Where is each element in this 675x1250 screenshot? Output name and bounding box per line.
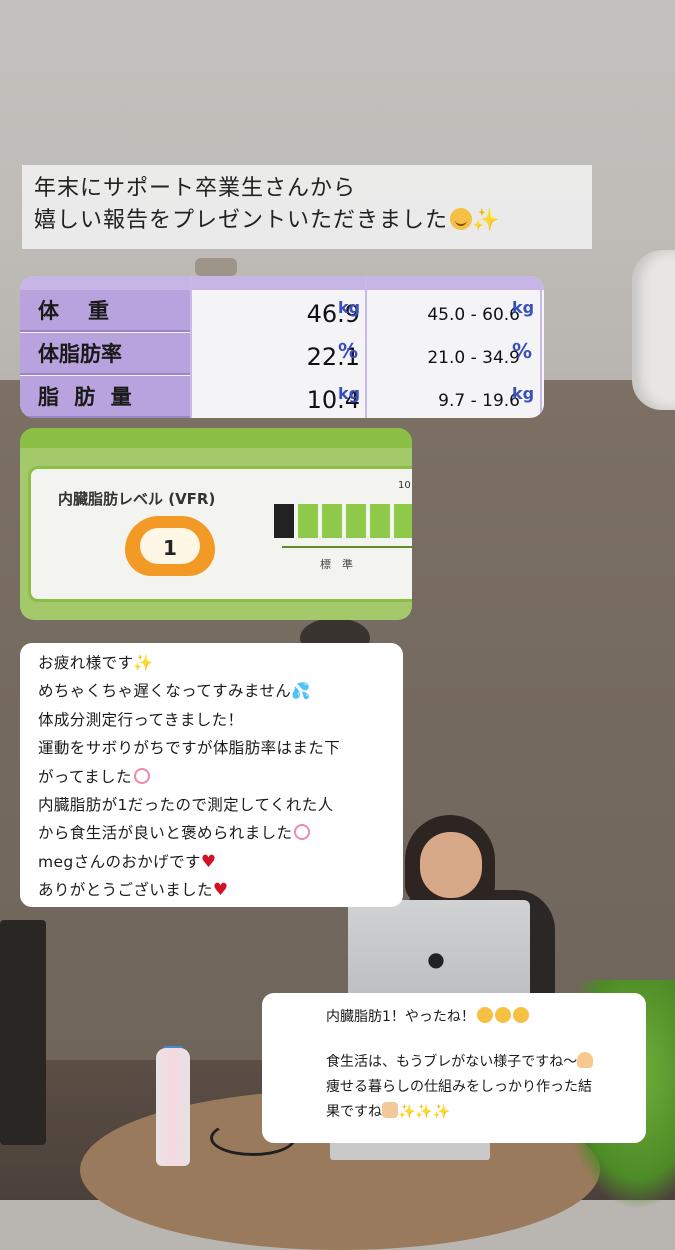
- message-line: megさんのおかげです♥: [38, 848, 385, 876]
- face-icon: [476, 1007, 493, 1023]
- message-line: めちゃくちゃ遅くなってすみません💦: [38, 677, 385, 705]
- vfr-scale-label: 標 準: [320, 558, 353, 571]
- measure-range-unit: kg: [512, 298, 535, 317]
- reply-text: 果ですね: [326, 1104, 382, 1120]
- measure-range-unit: kg: [512, 384, 535, 403]
- vfr-bar-segment: [274, 504, 294, 538]
- message-text: がってました: [38, 767, 132, 786]
- vfr-axis: [282, 546, 412, 548]
- measure-range-unit: %: [512, 339, 533, 363]
- red-heart-icon: ♥: [200, 851, 217, 872]
- air-conditioner: [632, 250, 675, 410]
- flower-icon: [133, 767, 150, 784]
- vfr-bar-segment: [346, 504, 366, 538]
- measure-range: 9.7 - 19.6: [438, 391, 520, 411]
- apple-logo-icon: ●: [427, 947, 445, 971]
- speaker: [0, 920, 46, 1145]
- measure-row-fat-mass: 脂 肪 量 10.4 kg 9.7 - 19.6 kg: [20, 376, 544, 418]
- measure-unit: kg: [338, 298, 361, 317]
- flower-icon: [294, 824, 311, 841]
- ceiling-lamp: [195, 258, 237, 276]
- sparkles-icon: ✨: [472, 208, 501, 233]
- vfr-bar-segment: [394, 504, 412, 538]
- measure-row-body-fat-rate: 体脂肪率 22.1 % 21.0 - 34.9 %: [20, 333, 544, 375]
- person-face: [420, 832, 482, 898]
- sparkles-icon: ✨: [133, 653, 154, 672]
- caption-line-1: 年末にサポート卒業生さんから: [34, 176, 357, 201]
- reply-text: 食生活は、もうブレがない様子ですね〜: [326, 1054, 578, 1070]
- reply-message-bubble: 内臓脂肪1！やったね！ 食生活は、もうブレがない様子ですね〜 痩せる暮らしの仕組…: [262, 993, 646, 1143]
- measure-label: 体 重: [20, 290, 190, 332]
- measure-label: 体脂肪率: [20, 333, 190, 375]
- message-line: 体成分測定行ってきました！: [38, 710, 244, 729]
- vfr-bar-segment: [370, 504, 390, 538]
- reply-spacer: [326, 1030, 626, 1050]
- student-message-bubble: お疲れ様です✨ めちゃくちゃ遅くなってすみません💦 体成分測定行ってきました！ …: [20, 643, 403, 907]
- caption-line-2: 嬉しい報告をプレゼントいただきました ✨: [34, 205, 580, 237]
- vfr-bar-segment: [322, 504, 342, 538]
- vfr-top-band: [20, 428, 412, 448]
- measure-label: 脂 肪 量: [20, 376, 190, 418]
- visceral-fat-photo: 内臓脂肪レベル (VFR) 1 標 準 10: [20, 428, 412, 620]
- face-icon: [512, 1007, 529, 1023]
- reply-line: 痩せる暮らしの仕組みをしっかり作った結: [326, 1079, 592, 1095]
- story-caption: 年末にサポート卒業生さんから 嬉しい報告をプレゼントいただきました ✨: [22, 165, 592, 249]
- vfr-bar-segment: [298, 504, 318, 538]
- reply-line: 食生活は、もうブレがない様子ですね〜: [326, 1050, 626, 1075]
- measure-unit: %: [338, 339, 359, 363]
- message-text: から食生活が良いと褒められました: [38, 824, 293, 843]
- message-text: ありがとうございました: [38, 881, 213, 900]
- message-text: megさんのおかげです: [38, 852, 201, 871]
- message-text: お疲れ様です: [38, 654, 134, 672]
- message-text: めちゃくちゃ遅くなってすみません: [38, 682, 292, 701]
- smiling-face-icon: [450, 208, 473, 230]
- message-line: がってました: [38, 763, 385, 791]
- water-bottle: [156, 1048, 190, 1166]
- message-line: お疲れ様です✨: [38, 649, 385, 677]
- table-header-strip: [20, 276, 544, 290]
- vfr-edge-label: 10: [398, 480, 411, 491]
- message-line: 内臓脂肪が1だったので測定してくれた人: [38, 796, 334, 815]
- message-line: から食生活が良いと褒められました: [38, 819, 385, 847]
- vfr-title: 内臓脂肪レベル (VFR): [58, 490, 216, 508]
- face-icon: [494, 1007, 511, 1023]
- measure-row-weight: 体 重 46.9 kg 45.0 - 60.6 kg: [20, 290, 544, 332]
- sparkles-icon: ✨✨✨: [398, 1104, 451, 1120]
- caption-line-2-text: 嬉しい報告をプレゼントいただきました: [34, 208, 449, 233]
- reply-line: 内臓脂肪1！やったね！: [326, 1005, 626, 1030]
- message-line: ありがとうございました♥: [38, 876, 385, 904]
- message-line: 運動をサボりがちですが体脂肪率はまた下: [38, 739, 341, 758]
- measure-unit: kg: [338, 384, 361, 403]
- body-composition-photo: 体 重 46.9 kg 45.0 - 60.6 kg 体脂肪率 22.1 % 2…: [20, 276, 544, 418]
- sweat-droplets-icon: 💦: [291, 682, 311, 701]
- red-heart-icon: ♥: [212, 880, 229, 901]
- reply-text: 内臓脂肪1！やったね！: [326, 1009, 475, 1025]
- laptop-stand: [330, 1140, 490, 1160]
- reply-line: 果ですね ✨✨✨: [326, 1100, 626, 1125]
- clapping-hands-icon: [577, 1052, 594, 1068]
- thumbs-up-icon: [382, 1102, 398, 1118]
- vfr-level-value: 1: [140, 528, 200, 564]
